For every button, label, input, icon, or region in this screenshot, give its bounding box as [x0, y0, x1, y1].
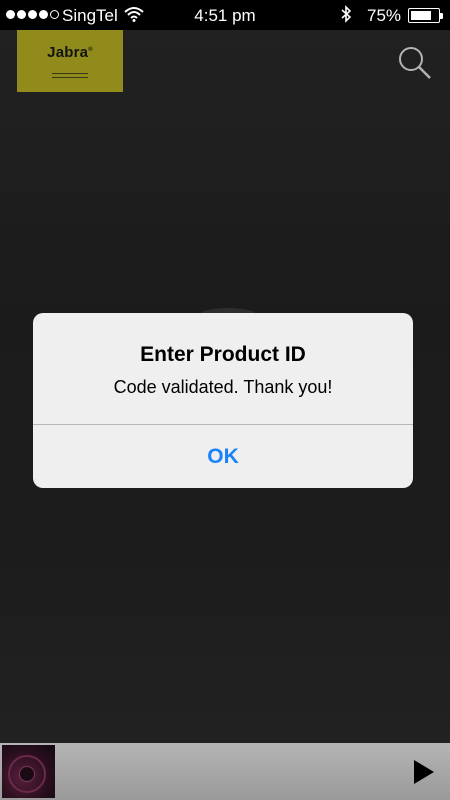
alert-title: Enter Product ID [140, 343, 306, 366]
play-icon[interactable] [412, 759, 436, 790]
mini-player [0, 743, 450, 800]
alert-message: Code validated. Thank you! [113, 377, 333, 397]
alert-dialog: Enter Product ID Code validated. Thank y… [33, 313, 413, 488]
battery-percent: 75% [367, 6, 402, 25]
bluetooth-icon [340, 5, 352, 28]
album-art[interactable] [2, 745, 55, 798]
battery-icon [408, 8, 443, 23]
status-bar: SingTel 4:51 pm 75% [0, 0, 450, 30]
ok-button[interactable]: OK [33, 425, 413, 488]
